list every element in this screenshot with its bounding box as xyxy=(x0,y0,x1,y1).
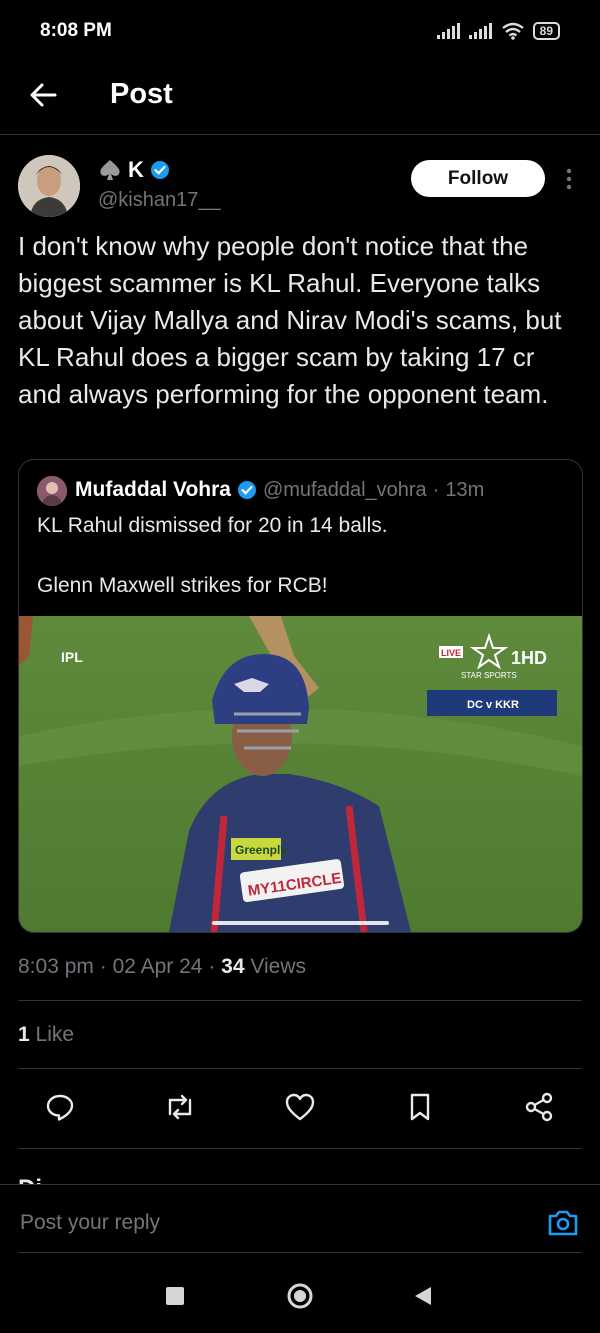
battery-indicator: 89 xyxy=(532,22,560,40)
quote-author-name: Mufaddal Vohra xyxy=(75,478,231,501)
camera-icon[interactable] xyxy=(546,1206,580,1240)
likes-label: Like xyxy=(35,1023,75,1046)
likes-count: 1 xyxy=(18,1023,30,1046)
tweet-text: I don't know why people don't notice tha… xyxy=(18,231,562,409)
author-name[interactable]: K xyxy=(128,157,144,183)
reply-icon xyxy=(46,1094,74,1121)
ipl-logo-text: IPL xyxy=(61,649,83,665)
bookmark-button[interactable] xyxy=(403,1090,437,1124)
nav-back-icon[interactable] xyxy=(413,1285,433,1307)
reply-bar-divider xyxy=(0,1184,600,1185)
like-icon xyxy=(285,1093,315,1121)
meta-separator: · xyxy=(208,955,216,978)
header-divider xyxy=(0,134,600,135)
page-title: Post xyxy=(110,78,173,110)
likes-summary[interactable]: 1 Like xyxy=(18,1023,74,1047)
reply-button[interactable] xyxy=(43,1090,77,1124)
avatar-photo xyxy=(37,476,67,506)
quote-author-handle: @mufaddal_vohra xyxy=(262,478,427,501)
quote-time: 13m xyxy=(445,478,485,501)
post-date: 02 Apr 24 xyxy=(112,955,203,978)
verified-badge-icon xyxy=(150,161,169,179)
views-label: Views xyxy=(250,955,307,978)
sponsor-label-1: Greenply xyxy=(235,843,287,857)
more-options-icon[interactable] xyxy=(561,166,577,192)
quote-media-image[interactable]: Greenply MY11CIRCLE IPL LIVE 1HD STAR SP… xyxy=(19,616,582,932)
follow-button[interactable]: Follow xyxy=(411,160,545,197)
reply-input[interactable] xyxy=(18,1210,422,1236)
replies-heading: Di xyxy=(18,1170,78,1184)
post-time: 8:03 pm xyxy=(18,955,94,978)
bookmark-icon xyxy=(410,1093,430,1121)
spade-icon xyxy=(100,160,120,180)
recent-apps-button[interactable] xyxy=(166,1287,184,1305)
divider xyxy=(18,1000,582,1001)
author-avatar[interactable] xyxy=(18,155,80,217)
live-badge: LIVE xyxy=(441,648,461,658)
share-button[interactable] xyxy=(522,1090,556,1124)
divider xyxy=(18,1148,582,1149)
retweet-icon xyxy=(168,1094,192,1120)
wifi-icon xyxy=(501,22,524,40)
signal-icon xyxy=(468,23,492,39)
quoted-post-card[interactable]: Mufaddal Vohra @mufaddal_vohra · 13m KL … xyxy=(18,459,583,933)
meta-separator: · xyxy=(99,955,107,978)
matchup-label: DC v KKR xyxy=(467,699,519,711)
quote-author-avatar xyxy=(37,476,67,506)
like-button[interactable] xyxy=(283,1090,317,1124)
back-arrow-icon[interactable] xyxy=(28,80,58,110)
views-count: 34 xyxy=(221,955,245,978)
repost-button[interactable] xyxy=(163,1090,197,1124)
broadcaster-label: STAR SPORTS xyxy=(461,671,517,680)
status-time: 8:08 PM xyxy=(40,20,112,41)
meta-separator: · xyxy=(432,478,440,501)
quote-author-row: Mufaddal Vohra @mufaddal_vohra · 13m xyxy=(75,478,484,502)
verified-badge-icon xyxy=(237,481,256,499)
signal-icon xyxy=(436,23,460,39)
divider xyxy=(18,1068,582,1069)
home-button-icon[interactable] xyxy=(287,1283,313,1309)
post-meta: 8:03 pm · 02 Apr 24 · 34 Views xyxy=(18,955,306,979)
reply-bar-divider xyxy=(18,1252,582,1253)
avatar-photo xyxy=(18,155,80,217)
channel-label: 1HD xyxy=(511,648,547,668)
author-name-row: K xyxy=(98,157,170,183)
author-handle[interactable]: @kishan17__ xyxy=(98,189,221,212)
quote-text-line-2: Glenn Maxwell strikes for RCB! xyxy=(37,574,328,597)
quote-text-line-1: KL Rahul dismissed for 20 in 14 balls. xyxy=(37,514,388,537)
status-icons: 89 xyxy=(436,22,560,40)
share-icon xyxy=(525,1092,553,1122)
